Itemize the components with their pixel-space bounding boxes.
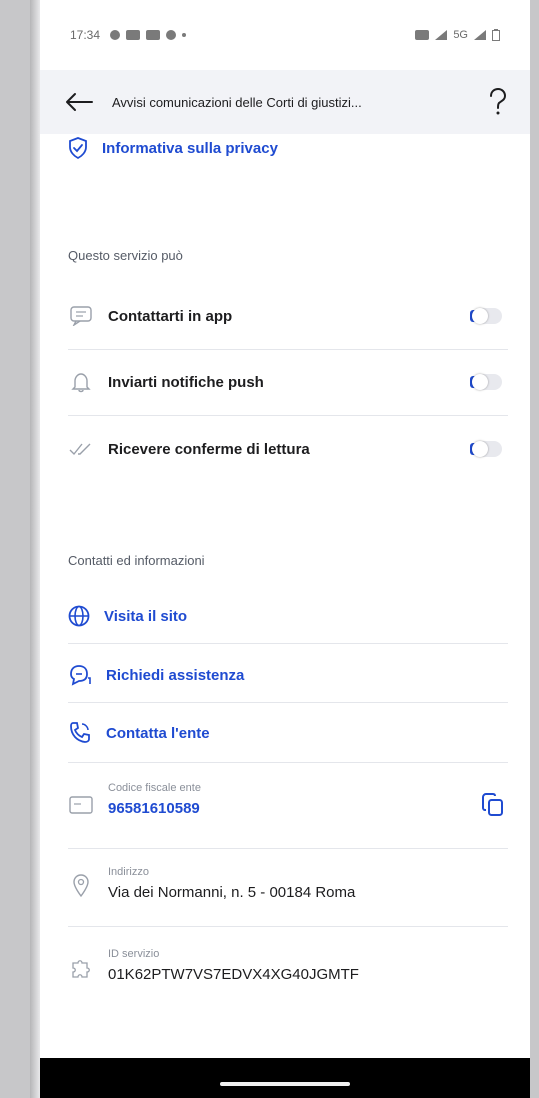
request-assistance-link[interactable]: Richiedi assistenza: [68, 664, 244, 686]
privacy-link-label: Informativa sulla privacy: [102, 139, 278, 157]
status-right: 5G: [415, 29, 500, 41]
page-title: Avvisi comunicazioni delle Corti di gius…: [112, 94, 362, 110]
puzzle-icon: [68, 954, 94, 980]
service-id-label: ID servizio: [108, 948, 160, 960]
contact-entity-link[interactable]: Contatta l'ente: [68, 721, 210, 745]
more-notifications-icon: [182, 33, 187, 37]
contacts-section-title: Contatti ed informazioni: [68, 553, 205, 568]
home-gesture-handle[interactable]: [220, 1082, 350, 1086]
message-icon: [146, 30, 161, 40]
toggle-label: Inviarti notifiche push: [108, 373, 264, 391]
contact-in-app-toggle[interactable]: [470, 308, 502, 324]
address-value[interactable]: Via dei Normanni, n. 5 - 00184 Roma: [108, 884, 508, 901]
weather-icon: [110, 30, 121, 40]
signal-icon-2: [474, 30, 486, 40]
visit-site-label: Visita il sito: [104, 607, 188, 625]
fiscal-code-label: Codice fiscale ente: [108, 782, 201, 794]
phone-screen: 17:34 5G Avvisi comunicazioni delle Cort…: [40, 0, 530, 1098]
toggle-label: Contattarti in app: [108, 307, 233, 325]
device-frame-edge: [30, 0, 40, 1098]
help-button[interactable]: [478, 82, 518, 122]
map-pin-icon: [68, 872, 94, 898]
divider: [68, 643, 508, 644]
system-navigation-bar: [40, 1058, 530, 1098]
chat-support-icon: [70, 665, 91, 686]
read-receipts-toggle[interactable]: [470, 441, 502, 457]
globe-icon: [68, 605, 90, 627]
status-time: 17:34: [70, 28, 101, 42]
shield-check-icon: [69, 137, 87, 159]
service-id-value[interactable]: 01K62PTW7VS7EDVX4XG40JGMTF: [108, 966, 508, 983]
contact-entity-label: Contatta l'ente: [106, 724, 210, 742]
copy-button[interactable]: [478, 790, 508, 820]
divider: [68, 926, 508, 927]
app-notification-icon: [166, 30, 177, 40]
chat-icon: [68, 303, 94, 329]
toggle-row-contact-in-app: Contattarti in app: [68, 283, 508, 349]
service-id-texts: ID servizio 01K62PTW7VS7EDVX4XG40JGMTF: [108, 948, 508, 983]
status-bar: 17:34 5G: [40, 0, 530, 70]
fiscal-code-row: Codice fiscale ente 96581610589: [68, 782, 508, 820]
toggle-row-read-receipts: Ricevere conferme di lettura: [68, 416, 508, 482]
visit-site-link[interactable]: Visita il sito: [68, 605, 187, 627]
status-left: 17:34: [70, 28, 187, 42]
nfc-icon: [415, 30, 430, 40]
copy-icon: [482, 793, 503, 816]
fiscal-code-texts: Codice fiscale ente 96581610589: [108, 782, 478, 817]
mail-icon: [126, 30, 141, 40]
toggle-label: Ricevere conferme di lettura: [108, 440, 310, 458]
notification-icons: [110, 30, 187, 40]
network-type: 5G: [453, 29, 468, 41]
app-header: Avvisi comunicazioni delle Corti di gius…: [40, 70, 530, 134]
phone-icon: [70, 722, 90, 743]
divider: [68, 762, 508, 763]
push-notifications-toggle[interactable]: [470, 374, 502, 390]
bell-icon: [68, 369, 94, 395]
service-id-row: ID servizio 01K62PTW7VS7EDVX4XG40JGMTF: [68, 948, 508, 983]
privacy-link[interactable]: Informativa sulla privacy: [68, 137, 278, 159]
address-texts: Indirizzo Via dei Normanni, n. 5 - 00184…: [108, 866, 508, 901]
fiscal-code-value[interactable]: 96581610589: [108, 800, 478, 817]
address-label: Indirizzo: [108, 866, 149, 878]
id-card-icon: [68, 792, 94, 818]
address-row: Indirizzo Via dei Normanni, n. 5 - 00184…: [68, 866, 508, 901]
request-assistance-label: Richiedi assistenza: [106, 666, 245, 684]
service-section-title: Questo servizio può: [68, 248, 183, 263]
toggle-row-push-notifications: Inviarti notifiche push: [68, 349, 508, 415]
divider: [68, 702, 508, 703]
battery-icon: [492, 29, 500, 41]
question-mark-icon: [490, 88, 507, 115]
divider: [68, 848, 508, 849]
double-check-icon: [68, 436, 94, 462]
signal-icon: [435, 30, 448, 40]
back-arrow-icon[interactable]: [64, 91, 94, 113]
